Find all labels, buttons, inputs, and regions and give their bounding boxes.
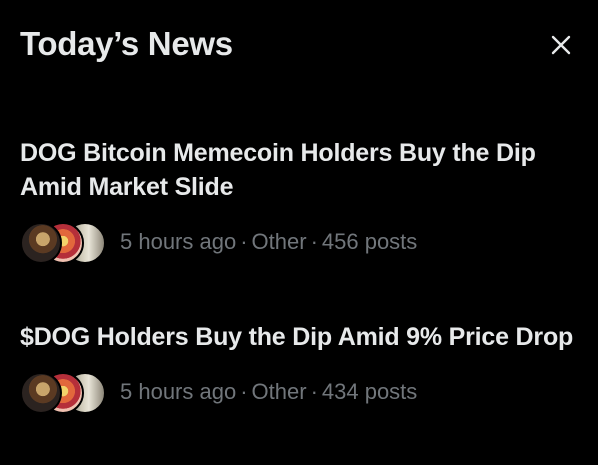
news-category: Other [251,379,307,404]
news-headline: $DOG Holders Buy the Dip Amid 9% Price D… [20,323,574,351]
news-headline: DOG Bitcoin Memecoin Holders Buy the Dip… [20,139,536,201]
separator-dot: · [310,379,318,404]
news-meta: 5 hours ago · Other · 456 posts [120,227,417,257]
news-post-count: 456 posts [321,229,418,254]
news-meta-row: 5 hours ago · Other · 456 posts [20,220,586,264]
news-item[interactable]: DOG Bitcoin Memecoin Holders Buy the Dip… [20,136,586,264]
avatar [20,372,62,414]
news-post-count: 434 posts [321,379,418,404]
avatar-group [20,222,106,264]
panel-header: Today’s News [20,22,578,70]
close-icon [551,35,571,55]
page-title: Today’s News [20,25,233,62]
close-button[interactable] [546,30,576,60]
separator-dot: · [310,229,318,254]
todays-news-panel: Today’s News DOG Bitcoin Memecoin Holder… [0,0,598,465]
news-time: 5 hours ago [120,229,237,254]
news-item[interactable]: $DOG Holders Buy the Dip Amid 9% Price D… [20,320,586,414]
news-time: 5 hours ago [120,379,237,404]
news-meta: 5 hours ago · Other · 434 posts [120,377,417,407]
separator-dot: · [240,379,248,404]
avatar-group [20,372,106,414]
news-category: Other [251,229,307,254]
separator-dot: · [240,229,248,254]
news-meta-row: 5 hours ago · Other · 434 posts [20,370,586,414]
avatar [20,222,62,264]
